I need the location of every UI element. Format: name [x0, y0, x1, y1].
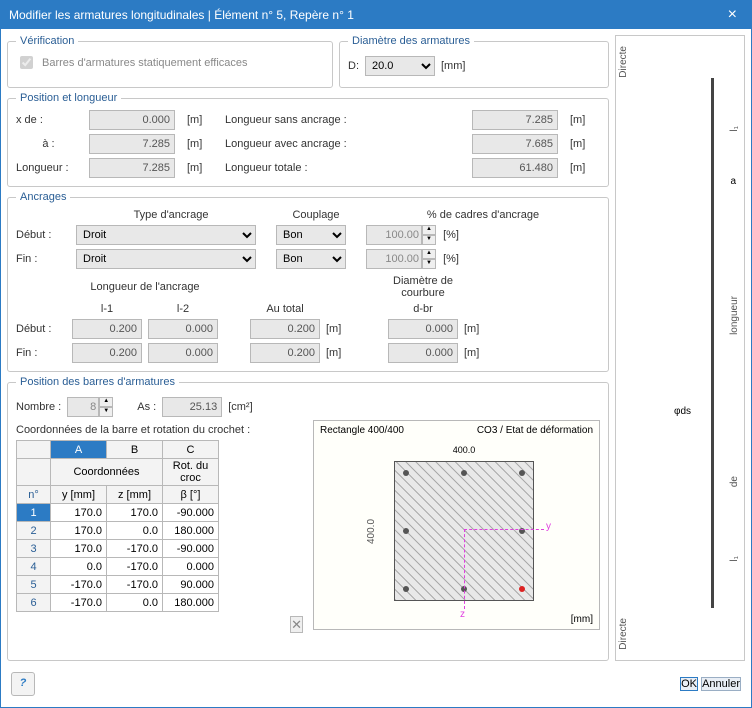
a-unit: [m] — [187, 138, 217, 150]
anc-debut-pct[interactable]: ▲▼ — [366, 225, 436, 245]
f-dbr: 0.000 — [388, 343, 458, 363]
bars-legend: Position des barres d'armatures — [16, 376, 179, 388]
as-unit: [cm²] — [228, 401, 252, 413]
preview-unit: [mm] — [571, 614, 593, 625]
lt-label: Longueur totale : — [225, 162, 464, 174]
anchorage-group: Ancrages Type d'ancrage Couplage % de ca… — [7, 191, 609, 372]
table-row[interactable]: 6-170.00.0180.000 — [17, 594, 219, 612]
f-tot: 0.200 — [250, 343, 320, 363]
diameter-legend: Diamètre des armatures — [348, 35, 474, 47]
lt-unit: [m] — [570, 162, 600, 174]
anc2-fin: Fin : — [16, 347, 66, 359]
delete-row-icon[interactable]: ✕ — [290, 616, 303, 633]
f-l1: 0.200 — [72, 343, 142, 363]
a-label: à : — [16, 138, 81, 150]
anc-tot: Au total — [250, 303, 320, 315]
anc-fin-coup[interactable]: Bon — [276, 249, 346, 269]
anc-lh: Longueur de l'ancrage — [72, 281, 218, 293]
close-icon[interactable]: × — [722, 6, 743, 24]
nbr-label: Nombre : — [16, 401, 61, 413]
diameter-unit: [mm] — [441, 60, 465, 72]
xde-label: x de : — [16, 114, 81, 126]
f-l2: 0.000 — [148, 343, 218, 363]
d-l2: 0.000 — [148, 319, 218, 339]
bars-group: Position des barres d'armatures Nombre :… — [7, 376, 609, 661]
d-tot: 0.200 — [250, 319, 320, 339]
long-unit: [m] — [187, 162, 217, 174]
directe-top: Directe — [618, 46, 629, 78]
diameter-group: Diamètre des armatures D: 20.0 [mm] — [339, 35, 609, 88]
table-row[interactable]: 1170.0170.0-90.000 — [17, 504, 219, 522]
preview-state: CO3 / Etat de déformation — [477, 425, 593, 436]
side-preview: Directe Directe longueur a de φds l₁ l₁ — [615, 35, 745, 661]
lsa-value: 7.285 — [472, 110, 558, 130]
anc-debut-type[interactable]: Droit — [76, 225, 256, 245]
diameter-label: D: — [348, 60, 359, 72]
coord-table[interactable]: ABC CoordonnéesRot. du croc n°y [mm]z [m… — [16, 440, 219, 612]
anc-l2: l-2 — [148, 303, 218, 315]
table-row[interactable]: 5-170.0-170.090.000 — [17, 576, 219, 594]
anc-fin-pct[interactable]: ▲▼ — [366, 249, 436, 269]
anc2-debut: Début : — [16, 323, 66, 335]
help-icon[interactable]: ? — [11, 672, 35, 696]
lsa-label: Longueur sans ancrage : — [225, 114, 464, 126]
table-row[interactable]: 40.0-170.00.000 — [17, 558, 219, 576]
xde-unit: [m] — [187, 114, 217, 126]
laa-value: 7.685 — [472, 134, 558, 154]
anchorage-legend: Ancrages — [16, 191, 70, 203]
a-value: 7.285 — [89, 134, 175, 154]
xde-value: 0.000 — [89, 110, 175, 130]
anc-coup-hdr: Couplage — [276, 209, 356, 221]
anc-pctu2: [%] — [443, 253, 459, 265]
anc-dbr2: d-br — [388, 303, 458, 315]
static-bars-label: Barres d'armatures statiquement efficace… — [42, 57, 248, 69]
as-label: As : — [137, 401, 156, 413]
diameter-select[interactable]: 20.0 — [365, 56, 435, 76]
d-l1: 0.200 — [72, 319, 142, 339]
section-preview: Rectangle 400/400 CO3 / Etat de déformat… — [313, 420, 600, 630]
anc-fin-type[interactable]: Droit — [76, 249, 256, 269]
long-value: 7.285 — [89, 158, 175, 178]
as-value: 25.13 — [162, 397, 222, 417]
static-bars-checkbox[interactable]: Barres d'armatures statiquement efficace… — [16, 53, 324, 72]
position-length-legend: Position et longueur — [16, 92, 121, 104]
laa-unit: [m] — [570, 138, 600, 150]
verification-legend: Vérification — [16, 35, 78, 47]
table-row[interactable]: 2170.00.0180.000 — [17, 522, 219, 540]
anc-l1: l-1 — [72, 303, 142, 315]
long-label: Longueur : — [16, 162, 81, 174]
lsa-unit: [m] — [570, 114, 600, 126]
window-title: Modifier les armatures longitudinales | … — [9, 8, 354, 22]
position-length-group: Position et longueur x de : 0.000 [m] Lo… — [7, 92, 609, 187]
static-bars-cb-input[interactable] — [20, 56, 33, 69]
verification-group: Vérification Barres d'armatures statique… — [7, 35, 333, 88]
coord-hdr: Coordonnées de la barre et rotation du c… — [16, 424, 303, 436]
cancel-button[interactable]: Annuler — [701, 677, 741, 691]
anc-debut-coup[interactable]: Bon — [276, 225, 346, 245]
nbr-spinner[interactable]: ▲▼ — [67, 397, 113, 417]
anc-fin-label: Fin : — [16, 253, 66, 265]
d-dbr: 0.000 — [388, 319, 458, 339]
ok-button[interactable]: OK — [680, 677, 698, 691]
anc-type-hdr: Type d'ancrage — [76, 209, 266, 221]
lt-value: 61.480 — [472, 158, 558, 178]
anc-pct-hdr: % de cadres d'ancrage — [366, 209, 600, 221]
anc-pctu: [%] — [443, 229, 459, 241]
preview-title: Rectangle 400/400 — [320, 425, 404, 436]
table-row[interactable]: 3170.0-170.0-90.000 — [17, 540, 219, 558]
anc-debut-label: Début : — [16, 229, 66, 241]
titlebar: Modifier les armatures longitudinales | … — [1, 1, 751, 29]
laa-label: Longueur avec ancrage : — [225, 138, 464, 150]
anc-dbr: Diamètre de courbure — [388, 275, 458, 299]
